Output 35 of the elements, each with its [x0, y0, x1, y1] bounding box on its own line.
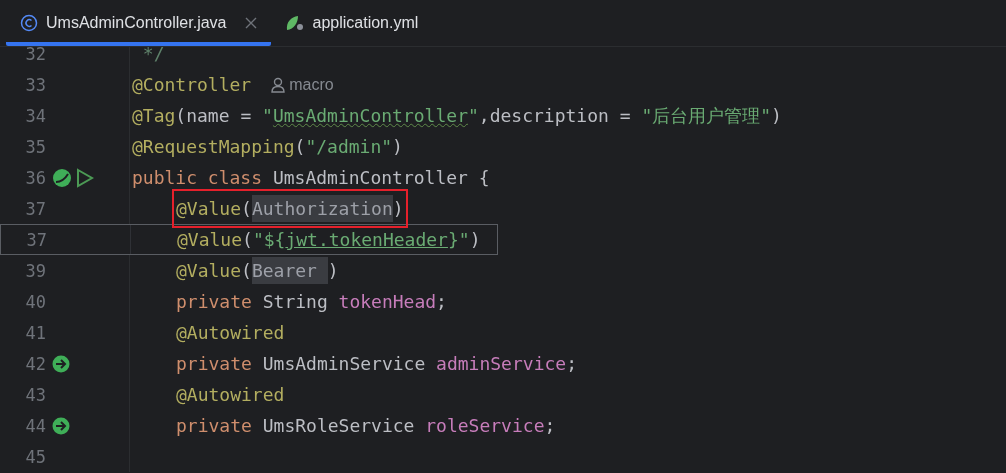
line-number: 35 — [24, 136, 46, 157]
code-line: @Autowired — [176, 384, 285, 405]
code-line: @Controller — [132, 74, 252, 95]
file-tab[interactable]: application.yml — [270, 0, 433, 46]
leaf-gear-icon — [284, 14, 305, 32]
code-line: @Autowired — [176, 322, 285, 343]
code-line: public class UmsAdminController { — [132, 167, 490, 188]
line-number: 41 — [24, 322, 46, 343]
bean-icon[interactable] — [52, 167, 72, 188]
author-hint[interactable]: macro — [289, 75, 334, 94]
person-icon — [271, 76, 286, 93]
code-line: private UmsAdminService adminService; — [176, 353, 577, 374]
line-number: 43 — [24, 384, 46, 405]
code-line: private String tokenHead; — [176, 291, 447, 312]
run-icon[interactable] — [76, 167, 94, 188]
line-number: 45 — [24, 446, 46, 467]
code-line: private UmsRoleService roleService; — [176, 415, 556, 436]
file-tab[interactable]: UmsAdminController.java — [6, 0, 271, 46]
line-number: 39 — [24, 260, 46, 281]
code-line: @Tag(name = "UmsAdminController",description = "后台用户管理") — [132, 103, 782, 128]
line-number: 42 — [24, 353, 46, 374]
line-number: 36 — [24, 167, 46, 188]
code-line: @Value("${jwt.tokenHeader}") — [177, 229, 481, 250]
class-icon — [20, 14, 38, 32]
injection-icon[interactable] — [52, 416, 70, 435]
line-number: 37 — [24, 198, 46, 219]
line-number: 34 — [24, 105, 46, 126]
code-line: @RequestMapping("/admin") — [132, 136, 403, 157]
code-line: */ — [141, 47, 165, 64]
line-number: 44 — [24, 415, 46, 436]
line-number: 37 — [25, 229, 47, 250]
line-number: 32 — [24, 47, 46, 64]
line-number: 40 — [24, 291, 46, 312]
line-number: 33 — [24, 74, 46, 95]
injection-icon[interactable] — [52, 354, 70, 373]
